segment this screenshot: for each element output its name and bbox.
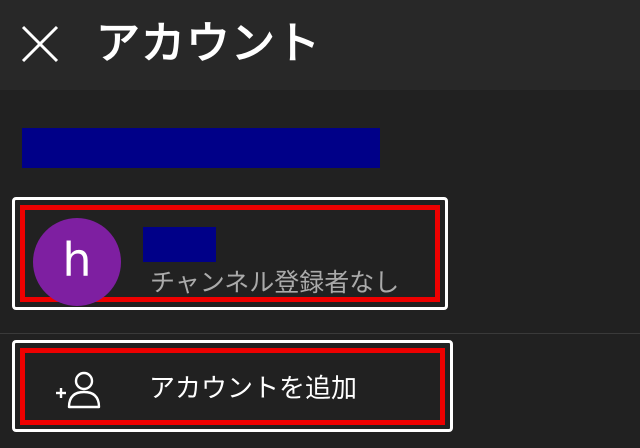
avatar: h — [33, 218, 121, 306]
close-button[interactable] — [14, 18, 66, 70]
subscriber-count: チャンネル登録者なし — [150, 268, 400, 297]
add-account-button[interactable]: アカウントを追加 — [20, 348, 445, 425]
close-icon — [21, 25, 59, 63]
app-header: アカウント — [0, 0, 640, 90]
page-title: アカウント — [96, 18, 321, 69]
add-person-icon — [56, 371, 101, 409]
avatar-letter: h — [62, 233, 92, 287]
add-account-label: アカウントを追加 — [149, 374, 358, 404]
divider — [0, 333, 640, 334]
current-account-item[interactable]: h チャンネル登録者なし — [20, 205, 440, 306]
redacted-channel-name — [143, 227, 216, 262]
redacted-email — [22, 128, 380, 168]
